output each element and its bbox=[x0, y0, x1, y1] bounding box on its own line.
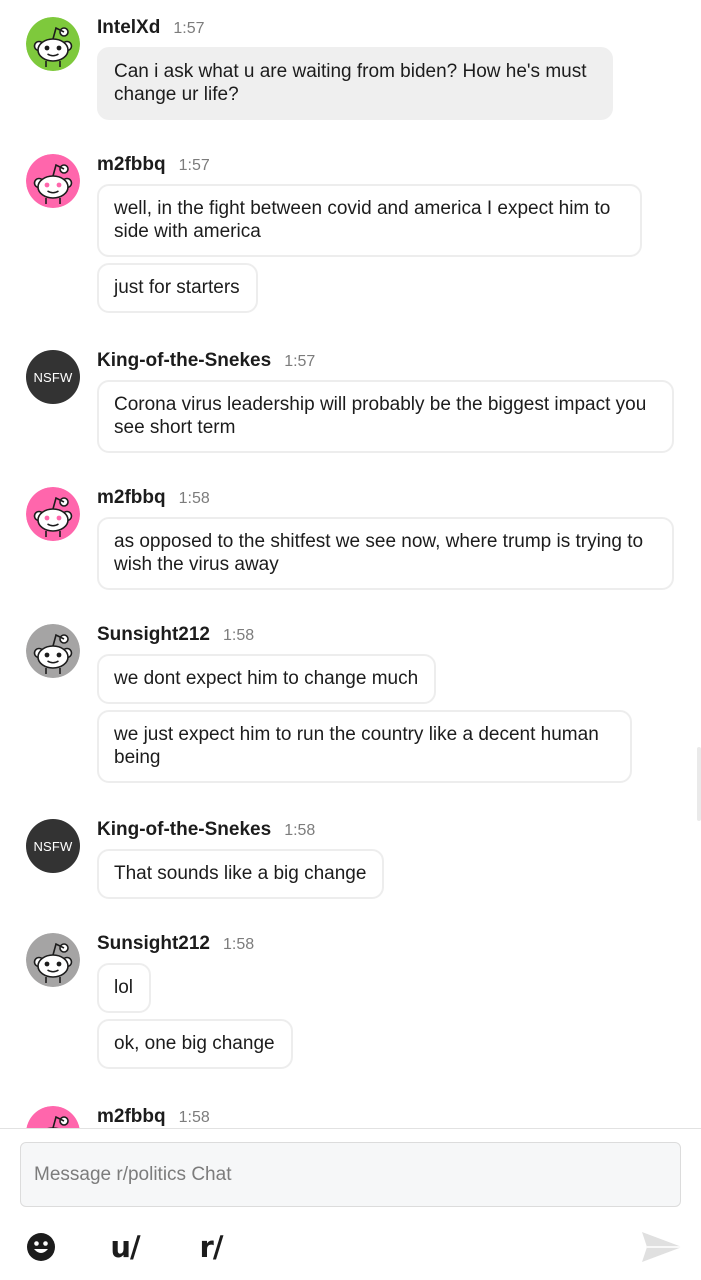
message-input[interactable] bbox=[20, 1142, 681, 1207]
snoo-avatar[interactable] bbox=[26, 624, 80, 678]
timestamp: 1:58 bbox=[222, 936, 255, 953]
message-bubbles: Can i ask what u are waiting from biden?… bbox=[97, 47, 613, 126]
message-bubble[interactable]: Corona virus leadership will probably be… bbox=[97, 380, 674, 453]
timestamp: 1:57 bbox=[173, 20, 205, 37]
message-bubbles: Corona virus leadership will probably be… bbox=[97, 380, 674, 459]
username[interactable]: IntelXd bbox=[97, 17, 160, 39]
send-button[interactable] bbox=[640, 1226, 684, 1268]
timestamp: 1:58 bbox=[178, 490, 210, 507]
snoo-avatar[interactable] bbox=[26, 933, 80, 987]
message-bubbles: That sounds like a big change bbox=[97, 849, 385, 905]
message-bubble[interactable]: lol bbox=[97, 963, 152, 1013]
user-mention-button[interactable]: u/ bbox=[107, 1226, 143, 1268]
snoo-avatar[interactable] bbox=[26, 487, 80, 541]
nsfw-avatar[interactable]: NSFW bbox=[26, 819, 80, 873]
message-bubble[interactable]: as opposed to the shitfest we see now, w… bbox=[97, 517, 674, 590]
username[interactable]: King-of-the-Snekes bbox=[97, 819, 271, 841]
timestamp: 1:57 bbox=[284, 353, 316, 370]
message-header: King-of-the-Snekes 1:57 bbox=[97, 350, 315, 374]
paper-plane-icon bbox=[642, 1232, 682, 1262]
chat-message-list[interactable]: IntelXd 1:57 Can i ask what u are waiting … bbox=[0, 0, 701, 1128]
message-bubbles: as opposed to the shitfest we see now, w… bbox=[97, 517, 674, 596]
message-bubbles: we dont expect him to change much we just… bbox=[97, 654, 632, 789]
message-bubble[interactable]: That sounds like a big change bbox=[97, 849, 385, 899]
message-header: King-of-the-Snekes 1:58 bbox=[97, 819, 315, 843]
message-bubble[interactable]: just for starters bbox=[97, 263, 258, 313]
message-header: m2fbbq 1:57 bbox=[97, 154, 210, 178]
username[interactable]: Sunsight212 bbox=[97, 933, 210, 955]
message-bubble[interactable]: we dont expect him to change much bbox=[97, 654, 437, 704]
snoo-avatar[interactable] bbox=[26, 17, 80, 71]
message-header: Sunsight212 1:58 bbox=[97, 624, 254, 648]
message-bubbles: well, in the fight between covid and ame… bbox=[97, 184, 642, 319]
username[interactable]: King-of-the-Snekes bbox=[97, 350, 271, 372]
timestamp: 1:57 bbox=[178, 157, 210, 174]
emoji-button[interactable] bbox=[24, 1226, 58, 1268]
message-header: m2fbbq 1:58 bbox=[97, 1106, 210, 1128]
username[interactable]: m2fbbq bbox=[97, 1106, 166, 1128]
message-header: Sunsight212 1:58 bbox=[97, 933, 254, 957]
timestamp: 1:58 bbox=[178, 1109, 210, 1126]
message-bubble[interactable]: Can i ask what u are waiting from biden?… bbox=[97, 47, 613, 120]
username[interactable]: m2fbbq bbox=[97, 487, 166, 509]
message-bubble[interactable]: ok, one big change bbox=[97, 1019, 293, 1069]
nsfw-avatar[interactable]: NSFW bbox=[26, 350, 80, 404]
message-header: IntelXd 1:57 bbox=[97, 17, 204, 41]
message-header: m2fbbq 1:58 bbox=[97, 487, 210, 511]
username[interactable]: m2fbbq bbox=[97, 154, 166, 176]
username[interactable]: Sunsight212 bbox=[97, 624, 210, 646]
timestamp: 1:58 bbox=[284, 822, 316, 839]
scrollbar-thumb[interactable] bbox=[697, 747, 701, 821]
message-bubbles: lol ok, one big change bbox=[97, 963, 293, 1075]
timestamp: 1:58 bbox=[222, 627, 255, 644]
snoo-avatar[interactable] bbox=[26, 1106, 80, 1128]
message-bubble[interactable]: we just expect him to run the country li… bbox=[97, 710, 632, 783]
composer-divider bbox=[0, 1128, 701, 1129]
subreddit-mention-button[interactable]: r/ bbox=[196, 1226, 226, 1268]
message-bubble[interactable]: well, in the fight between covid and ame… bbox=[97, 184, 642, 257]
snoo-avatar[interactable] bbox=[26, 154, 80, 208]
smiley-icon bbox=[27, 1233, 55, 1261]
